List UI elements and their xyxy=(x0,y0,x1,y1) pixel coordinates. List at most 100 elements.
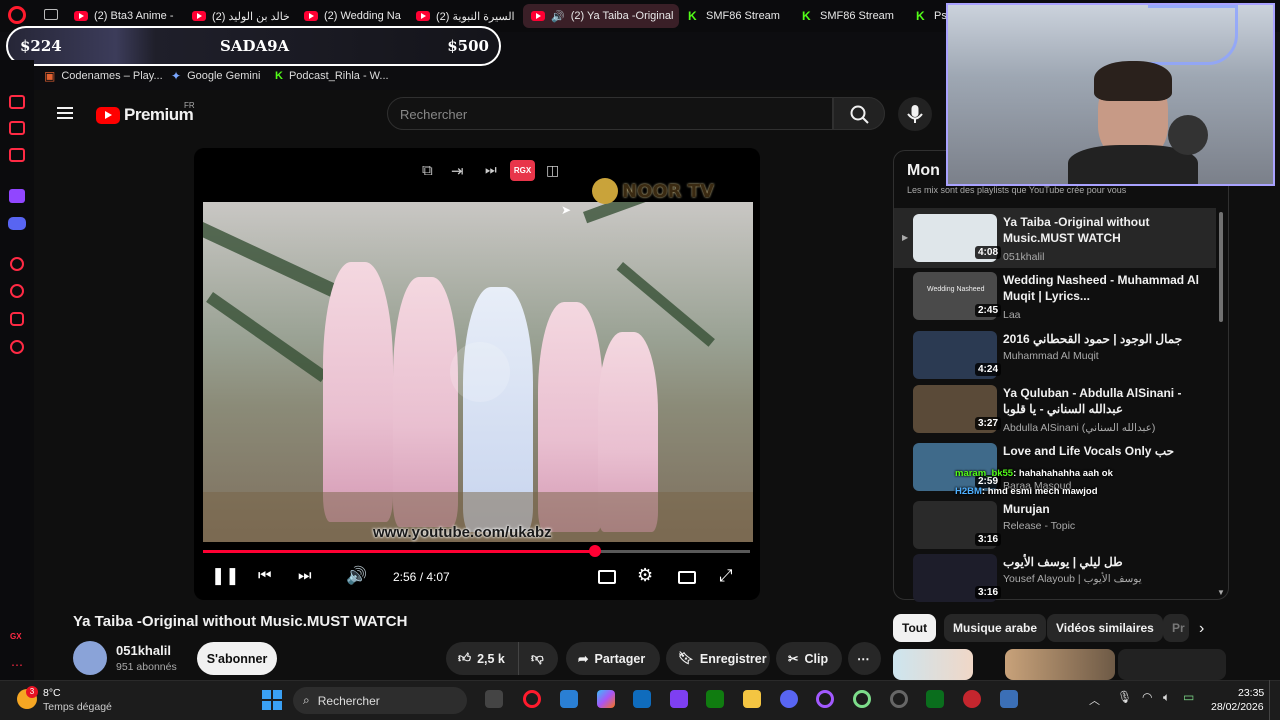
discord-icon[interactable] xyxy=(780,690,798,708)
clock-date[interactable]: 28/02/2026 xyxy=(1211,701,1264,713)
mix-scrollbar[interactable] xyxy=(1219,212,1223,322)
tray-wifi-icon[interactable]: ◠ xyxy=(1142,690,1152,704)
pause-button[interactable]: ❚❚ xyxy=(211,566,240,586)
like-button[interactable]: 👍︎ 2,5 k xyxy=(446,642,518,675)
theater-mode-button[interactable] xyxy=(678,571,696,584)
fullscreen-button[interactable]: ⤢ xyxy=(719,566,733,586)
task-view-icon[interactable] xyxy=(485,690,503,708)
chip-truncated[interactable]: Pr xyxy=(1163,614,1189,642)
start-button[interactable] xyxy=(262,690,282,710)
store-icon[interactable] xyxy=(633,690,651,708)
bookmark-gemini[interactable]: ✦ Google Gemini xyxy=(171,68,260,84)
logo-text: Premium xyxy=(124,105,194,124)
tab-list-icon[interactable] xyxy=(44,9,58,20)
browser-tab[interactable]: (2) Bta3 Anime - xyxy=(74,6,184,26)
browser-tab[interactable]: K SMF86 Stream xyxy=(688,6,793,26)
region-code: FR xyxy=(184,101,195,110)
sidebar-music-icon[interactable] xyxy=(9,148,25,162)
sidebar-more-icon[interactable]: ⋯ xyxy=(11,658,23,672)
mix-item[interactable]: 3:27 Ya Quluban - Abdulla AlSinani - عبدا… xyxy=(913,385,1218,439)
browser-tab[interactable]: (2) Wedding Na xyxy=(304,6,412,26)
clip-button[interactable]: ✂ Clip xyxy=(776,642,842,675)
search-button[interactable] xyxy=(833,97,885,130)
chip-similar-videos[interactable]: Vidéos similaires xyxy=(1047,614,1163,642)
browser-tab[interactable]: K Ps xyxy=(916,6,946,26)
progress-bar[interactable] xyxy=(203,550,750,553)
duration-badge: 3:16 xyxy=(975,533,1002,546)
sidebar-history-icon[interactable] xyxy=(10,284,24,298)
browser-tab[interactable]: (2) السيرة النبوية xyxy=(416,6,520,26)
mix-item[interactable]: 4:24 جمال الوجود | حمود القحطاني 2016 Muha… xyxy=(913,331,1218,385)
taskbar-search[interactable]: ⌕ Rechercher xyxy=(293,687,467,714)
sidebar-twitch-icon[interactable] xyxy=(9,121,25,135)
search-input[interactable]: Rechercher xyxy=(387,97,833,130)
dislike-button[interactable]: 👎︎ xyxy=(518,642,558,675)
mix-item-title: Ya Taiba -Original without Music.MUST WA… xyxy=(1003,215,1150,245)
side-panel-icon[interactable]: ◫ xyxy=(546,162,559,179)
save-button[interactable]: 🔖︎ Enregistrer xyxy=(666,642,770,675)
enter-icon[interactable]: ⇥ xyxy=(451,162,464,180)
browser-tab[interactable]: K SMF86 Stream xyxy=(802,6,907,26)
rgx-badge[interactable]: RGX xyxy=(510,160,535,181)
next-button[interactable]: ⏭ xyxy=(298,567,312,584)
thumbnail-preview[interactable] xyxy=(893,649,973,680)
scroll-down-icon[interactable]: ▼ xyxy=(1217,588,1225,597)
copilot-icon[interactable] xyxy=(597,690,615,708)
tray-battery-icon[interactable]: ▭ xyxy=(1183,690,1194,704)
chat-message: maram_bk55: hahahahahha aah ok xyxy=(955,468,1113,479)
terminal-icon[interactable] xyxy=(926,690,944,708)
progress-scrubber[interactable] xyxy=(589,545,601,557)
mix-item[interactable]: 3:16 Murujan Release - Topic xyxy=(913,501,1218,555)
mix-subtitle: Les mix sont des playlists que YouTube c… xyxy=(907,185,1127,195)
youtube-logo[interactable]: Premium xyxy=(96,105,194,125)
mix-item[interactable]: 4:08 Ya Taiba -Original without Music.MUS… xyxy=(913,214,1218,268)
sidebar-player-icon[interactable] xyxy=(10,257,24,271)
menu-icon[interactable] xyxy=(57,104,73,122)
more-actions-button[interactable]: ⋯ xyxy=(848,642,881,675)
channel-name[interactable]: 051khalil xyxy=(116,643,171,658)
chip-arab-music[interactable]: Musique arabe xyxy=(944,614,1047,642)
opera-gx-alt-icon[interactable] xyxy=(853,690,871,708)
opera-icon[interactable] xyxy=(816,690,834,708)
opera-logo-icon[interactable] xyxy=(8,6,26,24)
photoshop-icon[interactable] xyxy=(560,690,578,708)
previous-button[interactable]: ⏮ xyxy=(258,567,272,584)
mix-item[interactable]: Wedding Nasheed 2:45 Wedding Nasheed - Muh… xyxy=(913,272,1218,326)
thumbnail-preview[interactable] xyxy=(1118,649,1226,680)
chip-all[interactable]: Tout xyxy=(893,614,937,642)
obs-icon[interactable] xyxy=(670,690,688,708)
sidebar-twitch-icon[interactable] xyxy=(9,189,25,203)
voice-search-button[interactable] xyxy=(898,97,932,131)
thumbnail-preview[interactable] xyxy=(1005,649,1115,680)
sidebar-extensions-icon[interactable] xyxy=(10,312,24,326)
browser-icon[interactable] xyxy=(890,690,908,708)
settings-button[interactable]: ⚙ xyxy=(637,565,653,586)
bookmark-podcast-rihla[interactable]: K Podcast_Rihla - W... xyxy=(275,68,389,84)
tray-mic-icon[interactable]: 🎙︎ xyxy=(1117,690,1132,704)
volume-button[interactable]: 🔊 xyxy=(346,566,367,586)
subscribe-button[interactable]: S'abonner xyxy=(197,642,277,675)
mix-item[interactable]: 3:16 طل ليلي | يوسف الأيوب Yousef Alayoub … xyxy=(913,554,1218,608)
show-desktop-button[interactable] xyxy=(1269,680,1280,720)
browser-tab-active[interactable]: 🔊 (2) Ya Taiba -Original xyxy=(523,4,679,28)
browser-tab[interactable]: (2) خالد بن الوليد xyxy=(192,6,302,26)
file-explorer-icon[interactable] xyxy=(743,690,761,708)
popout-icon[interactable]: ⧉ xyxy=(422,162,433,179)
sidebar-settings-icon[interactable] xyxy=(10,340,24,354)
app-icon[interactable] xyxy=(963,690,981,708)
sidebar-discord-icon[interactable] xyxy=(8,217,26,230)
clock-time[interactable]: 23:35 xyxy=(1238,687,1264,699)
tray-volume-icon[interactable]: 🔈︎ xyxy=(1163,690,1170,705)
skip-icon[interactable]: ⏭ xyxy=(485,162,497,178)
subtitles-button[interactable] xyxy=(598,570,616,584)
tray-chevron-icon[interactable]: ︿ xyxy=(1089,692,1100,708)
share-button[interactable]: ➦ Partager xyxy=(566,642,660,675)
settings-icon[interactable] xyxy=(1000,690,1018,708)
chips-next-icon[interactable]: › xyxy=(1199,620,1204,638)
sidebar-aria-icon[interactable] xyxy=(9,95,25,109)
xbox-icon[interactable] xyxy=(706,690,724,708)
mix-item-title: Ya Quluban - Abdulla AlSinani - عبدالله … xyxy=(1003,386,1182,416)
channel-avatar[interactable] xyxy=(73,641,107,675)
opera-gx-icon[interactable] xyxy=(523,690,541,708)
bookmark-codenames[interactable]: ▣ Codenames – Play... xyxy=(44,68,163,84)
